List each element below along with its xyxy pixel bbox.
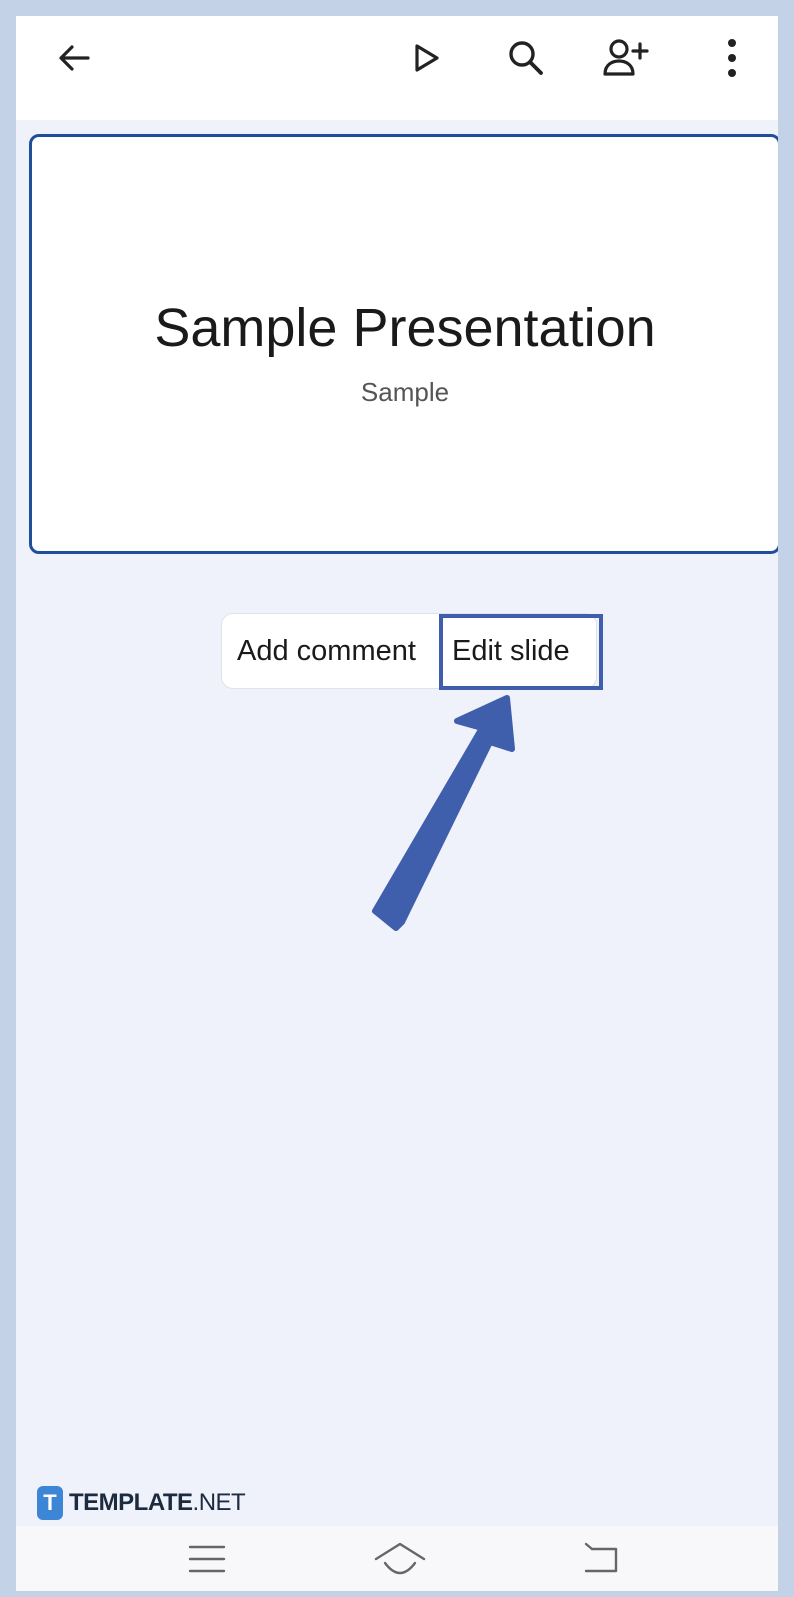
slide-title: Sample Presentation bbox=[154, 298, 656, 358]
nav-home-button[interactable] bbox=[370, 1534, 430, 1584]
menu-icon bbox=[188, 1545, 226, 1573]
arrow-left-icon bbox=[59, 45, 90, 71]
more-options-button[interactable] bbox=[704, 30, 760, 86]
slide-subtitle: Sample bbox=[360, 377, 450, 407]
slide-thumbnail[interactable]: Sample Presentation Sample bbox=[29, 134, 778, 554]
slide-context-popup: Add comment Edit slide bbox=[221, 613, 597, 689]
template-logo-text: TEMPLATE.NET bbox=[69, 1489, 246, 1516]
home-icon bbox=[374, 1542, 426, 1575]
search-icon bbox=[509, 41, 543, 75]
edit-slide-button[interactable]: Edit slide bbox=[452, 614, 592, 688]
more-vertical-icon bbox=[728, 39, 736, 77]
present-button[interactable] bbox=[398, 30, 454, 86]
nav-menu-button[interactable] bbox=[177, 1534, 237, 1584]
system-navbar bbox=[16, 1526, 778, 1591]
top-toolbar bbox=[16, 16, 778, 120]
search-button[interactable] bbox=[498, 30, 554, 86]
back-button[interactable] bbox=[46, 30, 102, 86]
back-icon bbox=[584, 1542, 618, 1573]
share-button[interactable] bbox=[598, 30, 654, 86]
template-net-logo: T TEMPLATE.NET bbox=[37, 1486, 246, 1520]
app-screen: Sample Presentation Sample Add comment E… bbox=[16, 16, 778, 1591]
nav-back-button[interactable] bbox=[572, 1534, 632, 1584]
template-logo-icon: T bbox=[37, 1486, 63, 1520]
add-comment-button[interactable]: Add comment bbox=[237, 614, 437, 688]
play-icon bbox=[415, 44, 439, 72]
add-person-icon bbox=[603, 39, 649, 76]
